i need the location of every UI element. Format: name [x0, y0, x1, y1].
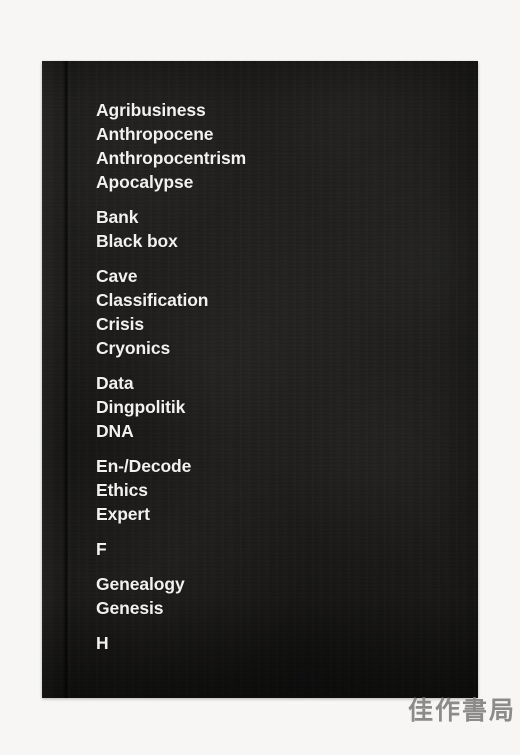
index-group-c: Cave Classification Crisis Cryonics	[96, 264, 466, 360]
bookstore-watermark: 佳作書局	[407, 696, 516, 725]
cover-word-index: Agribusiness Anthropocene Anthropocentrism…	[96, 98, 466, 655]
index-group-f: F	[96, 537, 466, 561]
index-entry: Apocalypse	[96, 172, 194, 192]
index-entry: Data	[96, 373, 134, 393]
index-entry: DNA	[96, 421, 134, 441]
index-group-g: Genealogy Genesis	[96, 572, 466, 620]
index-entry: Bank	[96, 207, 139, 227]
book-front-cover: Agribusiness Anthropocene Anthropocentrism…	[42, 61, 478, 698]
book-spine-groove	[63, 61, 70, 698]
book-cover-photograph: Agribusiness Anthropocene Anthropocentrism…	[0, 0, 520, 755]
index-entry: Cave	[96, 266, 138, 286]
index-entry: F	[96, 539, 107, 559]
index-entry: Cryonics	[96, 338, 171, 358]
index-entry: Crisis	[96, 314, 145, 334]
index-group-h: H	[96, 631, 466, 655]
index-entry: Dingpolitik	[96, 397, 186, 417]
index-entry: Genealogy	[96, 574, 185, 594]
index-group-a: Agribusiness Anthropocene Anthropocentrism…	[96, 98, 466, 194]
index-entry: Black box	[96, 231, 178, 251]
index-entry: Genesis	[96, 598, 164, 618]
index-group-b: Bank Black box	[96, 205, 466, 253]
index-entry: Expert	[96, 504, 150, 524]
index-entry: Classification	[96, 290, 209, 310]
index-entry: Agribusiness	[96, 100, 206, 120]
index-entry: Ethics	[96, 480, 148, 500]
index-entry: En-/Decode	[96, 456, 192, 476]
index-group-d: Data Dingpolitik DNA	[96, 371, 466, 443]
index-entry: H	[96, 633, 109, 653]
index-group-e: En-/Decode Ethics Expert	[96, 454, 466, 526]
index-entry: Anthropocentrism	[96, 148, 247, 168]
cover-left-edge-highlight	[42, 61, 62, 698]
index-entry: Anthropocene	[96, 124, 214, 144]
